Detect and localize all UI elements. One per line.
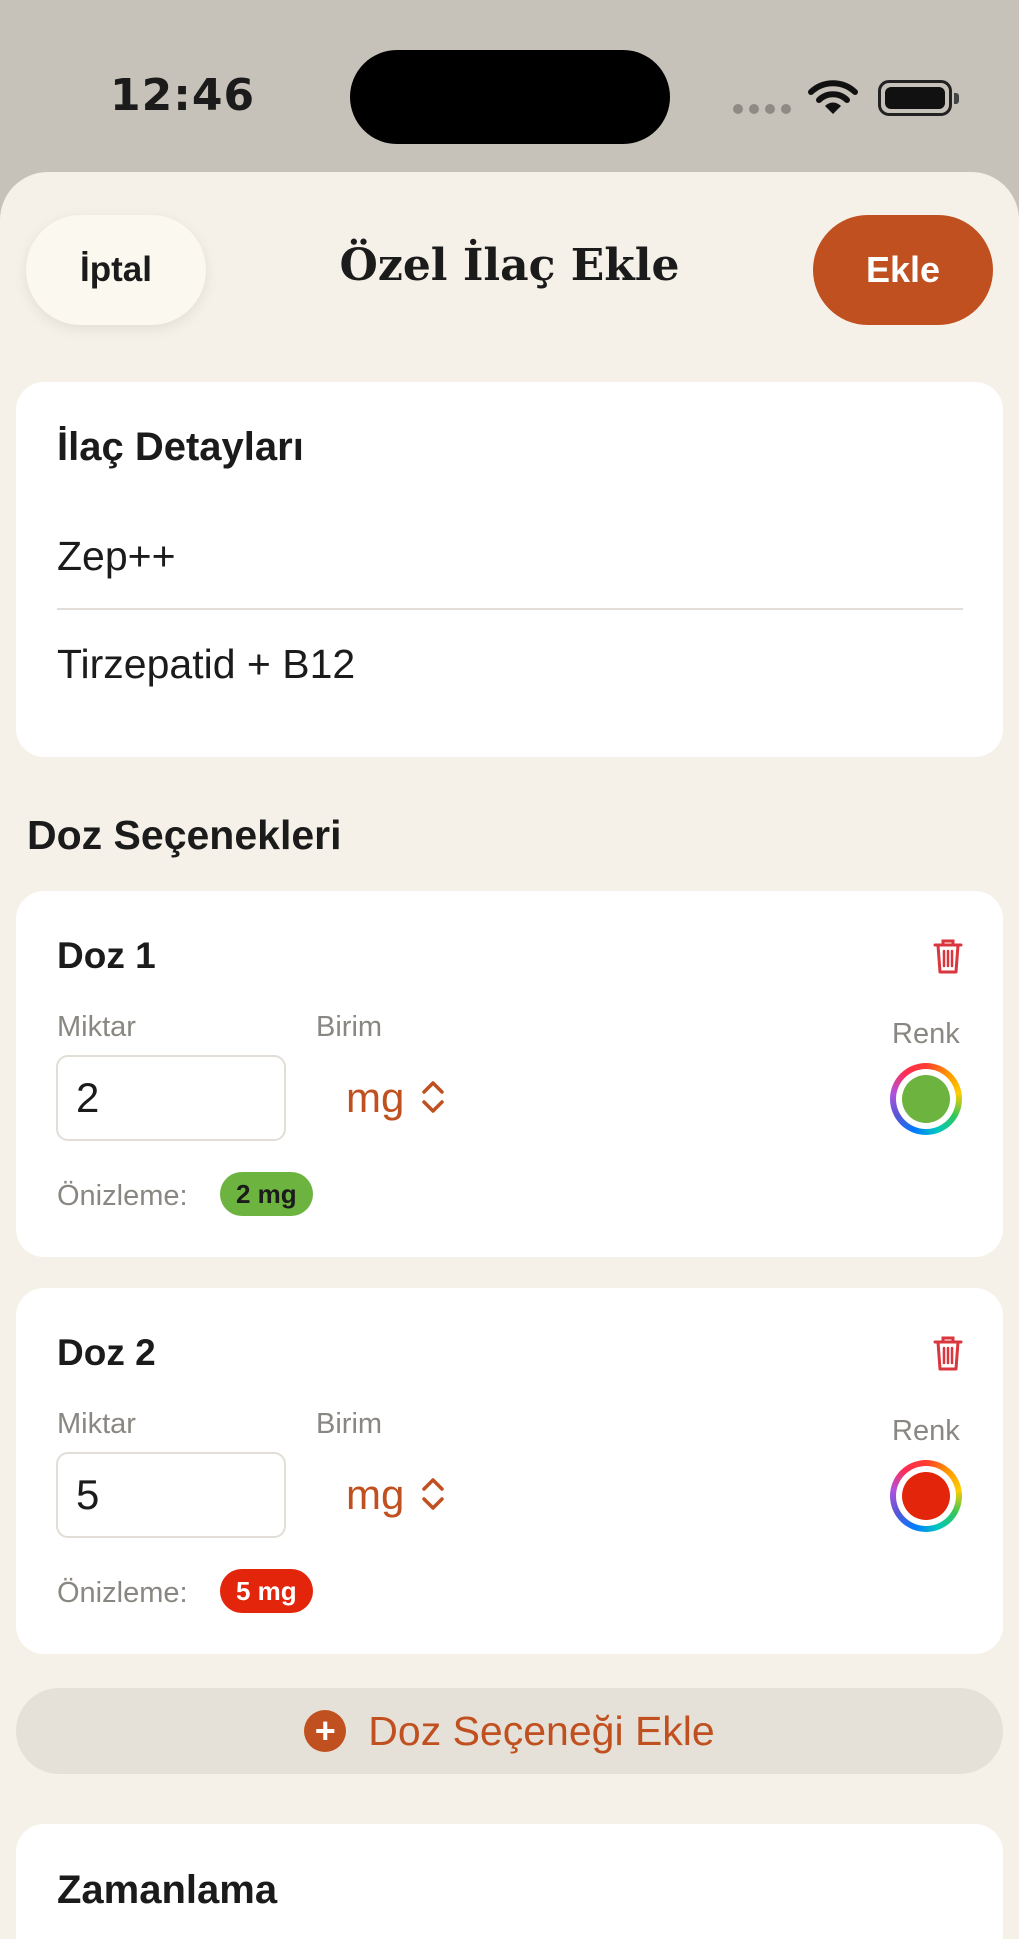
medication-name-field[interactable]: Zep++ [57, 533, 176, 580]
add-dose-label: Doz Seçeneği Ekle [368, 1707, 715, 1754]
timing-title: Zamanlama [57, 1868, 278, 1912]
status-bar: 12:46 [0, 0, 1019, 180]
battery-icon [878, 80, 959, 116]
dose-title: Doz 1 [57, 935, 156, 976]
amount-input[interactable]: 5 [56, 1452, 286, 1538]
status-time: 12:46 [110, 70, 256, 121]
color-label: Renk [892, 1018, 960, 1050]
trash-icon[interactable] [933, 1334, 963, 1377]
preview-label: Önizleme: [57, 1577, 188, 1609]
divider [57, 608, 963, 610]
wifi-icon [808, 78, 858, 123]
ingredient-field[interactable]: Tirzepatid + B12 [57, 641, 355, 688]
dose-card-1: Doz 1 Miktar Birim Renk 2 mg Önizleme: 2… [16, 891, 1003, 1257]
signal-icon [733, 104, 791, 114]
preview-chip: 5 mg [220, 1569, 313, 1613]
unit-label: Birim [316, 1408, 383, 1440]
color-label: Renk [892, 1415, 960, 1447]
plus-circle-icon: + [304, 1710, 347, 1752]
color-picker-icon[interactable] [890, 1460, 962, 1532]
chevron-updown-icon[interactable] [420, 1474, 446, 1519]
chevron-updown-icon[interactable] [420, 1077, 446, 1122]
preview-label: Önizleme: [57, 1180, 188, 1212]
unit-label: Birim [316, 1011, 383, 1043]
amount-label: Miktar [57, 1011, 136, 1043]
dose-card-2: Doz 2 Miktar Birim Renk 5 mg Önizleme: 5… [16, 1288, 1003, 1654]
amount-label: Miktar [57, 1408, 136, 1440]
amount-input[interactable]: 2 [56, 1055, 286, 1141]
dose-title: Doz 2 [57, 1332, 156, 1373]
trash-icon[interactable] [933, 937, 963, 980]
doses-section-title: Doz Seçenekleri [27, 812, 342, 858]
dynamic-island [350, 50, 670, 144]
add-dose-option-button[interactable]: + Doz Seçeneği Ekle [16, 1688, 1003, 1774]
color-picker-icon[interactable] [890, 1063, 962, 1135]
details-title: İlaç Detayları [57, 425, 304, 469]
timing-card: Zamanlama [16, 1824, 1003, 1939]
unit-picker[interactable]: mg [346, 1074, 404, 1122]
preview-chip: 2 mg [220, 1172, 313, 1216]
unit-picker[interactable]: mg [346, 1471, 404, 1519]
add-button[interactable]: Ekle [813, 215, 993, 325]
